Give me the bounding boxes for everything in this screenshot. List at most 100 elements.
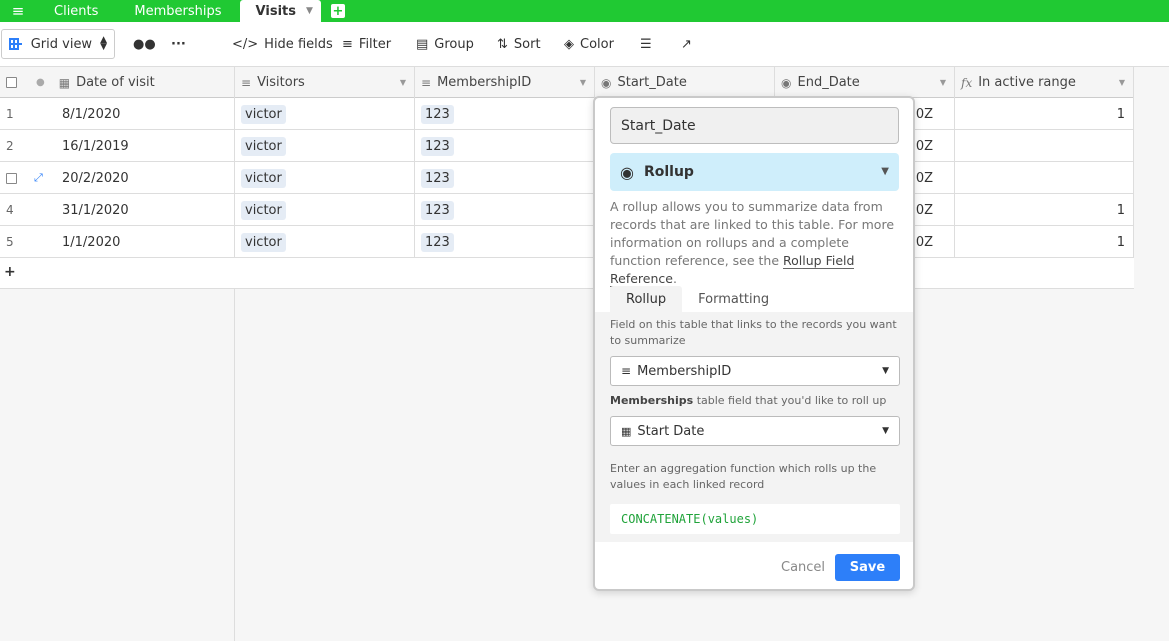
column-label: MembershipID xyxy=(437,75,532,90)
add-table-button[interactable]: + xyxy=(330,4,345,18)
column-header-in-active-range[interactable]: fx In active range ▼ xyxy=(955,67,1134,98)
sort-button[interactable]: ⇅ Sort xyxy=(497,31,541,57)
chevron-down-icon[interactable]: ▼ xyxy=(306,6,313,16)
membership-cell[interactable]: 123 xyxy=(415,162,595,194)
tab-formatting[interactable]: Formatting xyxy=(682,286,785,312)
field-config-popup: Start_Date ◉ Rollup ▼ A rollup allows yo… xyxy=(593,96,915,591)
visitor-cell[interactable]: victor xyxy=(235,98,415,130)
date-cell[interactable]: 20/2/2020 xyxy=(56,162,235,194)
aggregation-formula-input[interactable]: CONCATENATE(values) xyxy=(610,504,900,534)
column-label: Date of visit xyxy=(76,75,155,90)
column-header-end-date[interactable]: ◉ End_Date ▼ xyxy=(775,67,955,98)
membership-pill: 123 xyxy=(421,136,454,156)
date-cell[interactable]: 8/1/2020 xyxy=(56,98,235,130)
link-field-select[interactable]: ≡ MembershipID ▼ xyxy=(610,356,900,386)
table-row[interactable]: ⤢ 20/2/2020 victor 123 00Z xyxy=(0,162,1134,194)
menu-icon[interactable]: ≡ xyxy=(0,0,36,22)
lock-icon: ● xyxy=(36,77,45,88)
view-name: Grid view xyxy=(30,36,93,52)
date-cell[interactable]: 1/1/2020 xyxy=(56,226,235,258)
formula-icon: fx xyxy=(961,75,973,90)
rollup-icon: ◉ xyxy=(601,75,612,90)
table-row[interactable]: 4 31/1/2020 victor 123 00Z 1 xyxy=(0,194,1134,226)
hide-fields-button[interactable]: </> Hide fields xyxy=(232,31,333,57)
color-button[interactable]: ◈ Color xyxy=(564,31,614,57)
tab-memberships[interactable]: Memberships xyxy=(116,0,239,22)
date-cell[interactable]: 31/1/2020 xyxy=(56,194,235,226)
memberships-table-name: Memberships xyxy=(610,394,694,407)
row-checkbox[interactable] xyxy=(6,172,17,184)
tab-clients[interactable]: Clients xyxy=(36,0,116,22)
add-row-button[interactable]: + xyxy=(0,258,1134,289)
people-icon: ●● xyxy=(133,36,156,52)
hide-fields-label: Hide fields xyxy=(264,36,333,52)
field-name-input[interactable]: Start_Date xyxy=(610,107,899,144)
records-grid: ● ▦ Date of visit ≡ Visitors ▼ ≡ Members… xyxy=(0,67,1169,641)
tab-visits[interactable]: Visits ▼ xyxy=(239,0,321,22)
column-header-date-of-visit[interactable]: ● ▦ Date of visit xyxy=(30,67,235,98)
view-switcher-button[interactable]: Grid view ▲ ▼ xyxy=(1,29,115,59)
field-type-select[interactable]: ◉ Rollup ▼ xyxy=(610,153,899,191)
chevron-down-icon[interactable]: ▼ xyxy=(1119,78,1125,87)
save-button[interactable]: Save xyxy=(835,554,900,581)
plus-icon: + xyxy=(4,264,16,280)
row-height-icon: ☰ xyxy=(640,36,652,52)
row-height-button[interactable]: ☰ xyxy=(640,31,652,57)
field-type-description: A rollup allows you to summarize data fr… xyxy=(610,198,902,288)
chevron-down-icon: ▼ xyxy=(881,166,889,177)
visitor-cell[interactable]: victor xyxy=(235,162,415,194)
table-row[interactable]: 2 16/1/2019 victor 123 00Z xyxy=(0,130,1134,162)
aggregation-label: Enter an aggregation function which roll… xyxy=(610,462,877,491)
membership-cell[interactable]: 123 xyxy=(415,130,595,162)
in-active-range-cell[interactable] xyxy=(955,162,1134,194)
in-active-range-cell[interactable]: 1 xyxy=(955,194,1134,226)
in-active-range-cell[interactable] xyxy=(955,130,1134,162)
grid-icon xyxy=(9,38,22,50)
in-active-range-cell[interactable]: 1 xyxy=(955,98,1134,130)
column-label: Visitors xyxy=(257,75,305,90)
row-number: 2 xyxy=(6,139,14,153)
row-checkbox-cell[interactable] xyxy=(0,162,30,194)
membership-pill: 123 xyxy=(421,200,454,220)
select-all-checkbox[interactable] xyxy=(6,77,17,88)
chevron-down-icon: ▼ xyxy=(882,426,889,436)
date-cell[interactable]: 16/1/2019 xyxy=(56,130,235,162)
visitor-cell[interactable]: victor xyxy=(235,226,415,258)
collaborators-button[interactable]: ●● xyxy=(133,31,156,57)
visitor-pill: victor xyxy=(241,136,286,156)
membership-cell[interactable]: 123 xyxy=(415,98,595,130)
chevron-down-icon[interactable]: ▼ xyxy=(400,78,406,87)
select-all-checkbox-cell[interactable] xyxy=(0,67,30,98)
updown-caret-icon: ▲ ▼ xyxy=(100,35,107,52)
row-number: 1 xyxy=(6,107,14,121)
column-header-start-date[interactable]: ◉ Start_Date xyxy=(595,67,775,98)
link-field-label: Field on this table that links to the re… xyxy=(610,318,897,347)
filter-button[interactable]: ≡ Filter xyxy=(342,31,391,57)
cancel-button[interactable]: Cancel xyxy=(781,560,825,575)
tab-visits-label: Visits xyxy=(255,3,296,19)
membership-cell[interactable]: 123 xyxy=(415,194,595,226)
view-toolbar: Grid view ▲ ▼ ●● ··· </> Hide fields ≡ Fi… xyxy=(0,22,1169,67)
chevron-down-icon[interactable]: ▼ xyxy=(940,78,946,87)
group-button[interactable]: ▤ Group xyxy=(416,31,474,57)
rollup-field-label-text: table field that you'd like to roll up xyxy=(693,394,887,407)
table-tab-bar: ≡ Clients Memberships Visits ▼ + xyxy=(0,0,1169,22)
in-active-range-cell[interactable]: 1 xyxy=(955,226,1134,258)
column-header-visitors[interactable]: ≡ Visitors ▼ xyxy=(235,67,415,98)
chevron-down-icon[interactable]: ▼ xyxy=(580,78,586,87)
tab-rollup[interactable]: Rollup xyxy=(610,286,683,312)
more-options-button[interactable]: ··· xyxy=(171,31,186,57)
group-label: Group xyxy=(434,36,474,52)
calendar-icon: ▦ xyxy=(621,424,632,438)
visitor-cell[interactable]: victor xyxy=(235,194,415,226)
table-row[interactable]: 5 1/1/2020 victor 123 00Z 1 xyxy=(0,226,1134,258)
expand-record-button[interactable]: ⤢ xyxy=(30,162,56,194)
visitor-cell[interactable]: victor xyxy=(235,130,415,162)
share-view-button[interactable]: ↗ xyxy=(681,31,692,57)
rollup-field-select[interactable]: ▦ Start Date ▼ xyxy=(610,416,900,446)
filter-icon: ≡ xyxy=(342,36,353,52)
row-number: 5 xyxy=(6,235,14,249)
table-row[interactable]: 1 8/1/2020 victor 123 00Z 1 xyxy=(0,98,1134,130)
column-header-membershipid[interactable]: ≡ MembershipID ▼ xyxy=(415,67,595,98)
membership-cell[interactable]: 123 xyxy=(415,226,595,258)
